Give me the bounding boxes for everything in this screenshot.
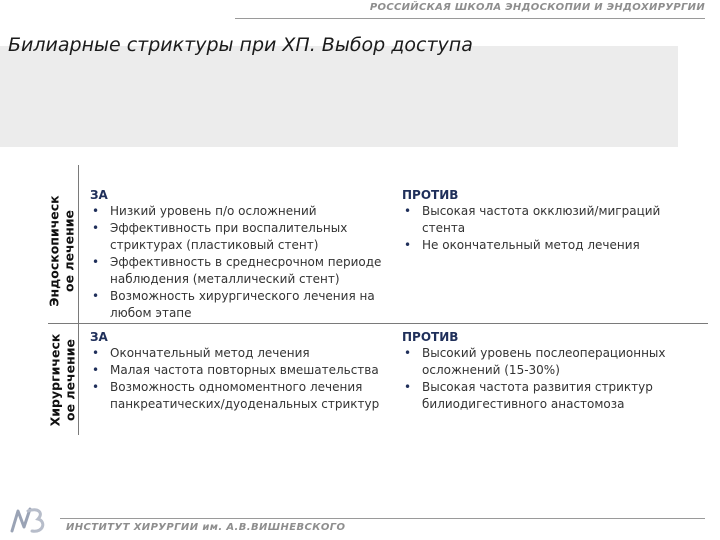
pros-heading-endoscopic: ЗА — [90, 188, 108, 202]
list-item: Высокий уровень послеоперационных осложн… — [402, 345, 692, 379]
row-label-endoscopic: Эндоскопическ ое лечение — [47, 195, 78, 307]
list-item: Эффективность при воспалительных стрикту… — [90, 220, 390, 254]
list-item: Высокая частота развития стриктур билиод… — [402, 379, 692, 413]
institute-footer: ИНСТИТУТ ХИРУРГИИ им. А.В.ВИШНЕВСКОГО — [66, 522, 346, 533]
row-label-surgical: Хирургическ ое лечение — [47, 333, 77, 427]
header-rule — [235, 18, 705, 19]
institute-logo-icon — [10, 507, 45, 533]
cons-heading-surgical: ПРОТИВ — [402, 330, 459, 344]
pros-heading-surgical: ЗА — [90, 330, 108, 344]
list-item: Низкий уровень п/о осложнений — [90, 203, 390, 220]
cons-list-endoscopic: Высокая частота окклюзий/миграций стента… — [402, 203, 692, 254]
title-panel — [0, 46, 678, 147]
footer-rule — [60, 518, 705, 519]
cons-list-surgical: Высокий уровень послеоперационных осложн… — [402, 345, 692, 413]
list-item: Высокая частота окклюзий/миграций стента — [402, 203, 692, 237]
list-item: Эффективность в среднесрочном периоде на… — [90, 254, 390, 288]
list-item: Возможность одномоментного лечения панкр… — [90, 379, 390, 413]
page-title: Билиарные стриктуры при ХП. Выбор доступ… — [8, 34, 473, 56]
row-divider — [48, 323, 708, 324]
pros-list-endoscopic: Низкий уровень п/о осложнений Эффективно… — [90, 203, 390, 322]
list-item: Не окончательный метод лечения — [402, 237, 692, 254]
vertical-divider — [78, 165, 79, 435]
list-item: Окончательный метод лечения — [90, 345, 390, 362]
cons-heading-endoscopic: ПРОТИВ — [402, 188, 459, 202]
pros-list-surgical: Окончательный метод лечения Малая частот… — [90, 345, 390, 413]
list-item: Возможность хирургического лечения на лю… — [90, 288, 390, 322]
list-item: Малая частота повторных вмешательства — [90, 362, 390, 379]
school-header: РОССИЙСКАЯ ШКОЛА ЭНДОСКОПИИ И ЭНДОХИРУРГ… — [369, 2, 705, 13]
